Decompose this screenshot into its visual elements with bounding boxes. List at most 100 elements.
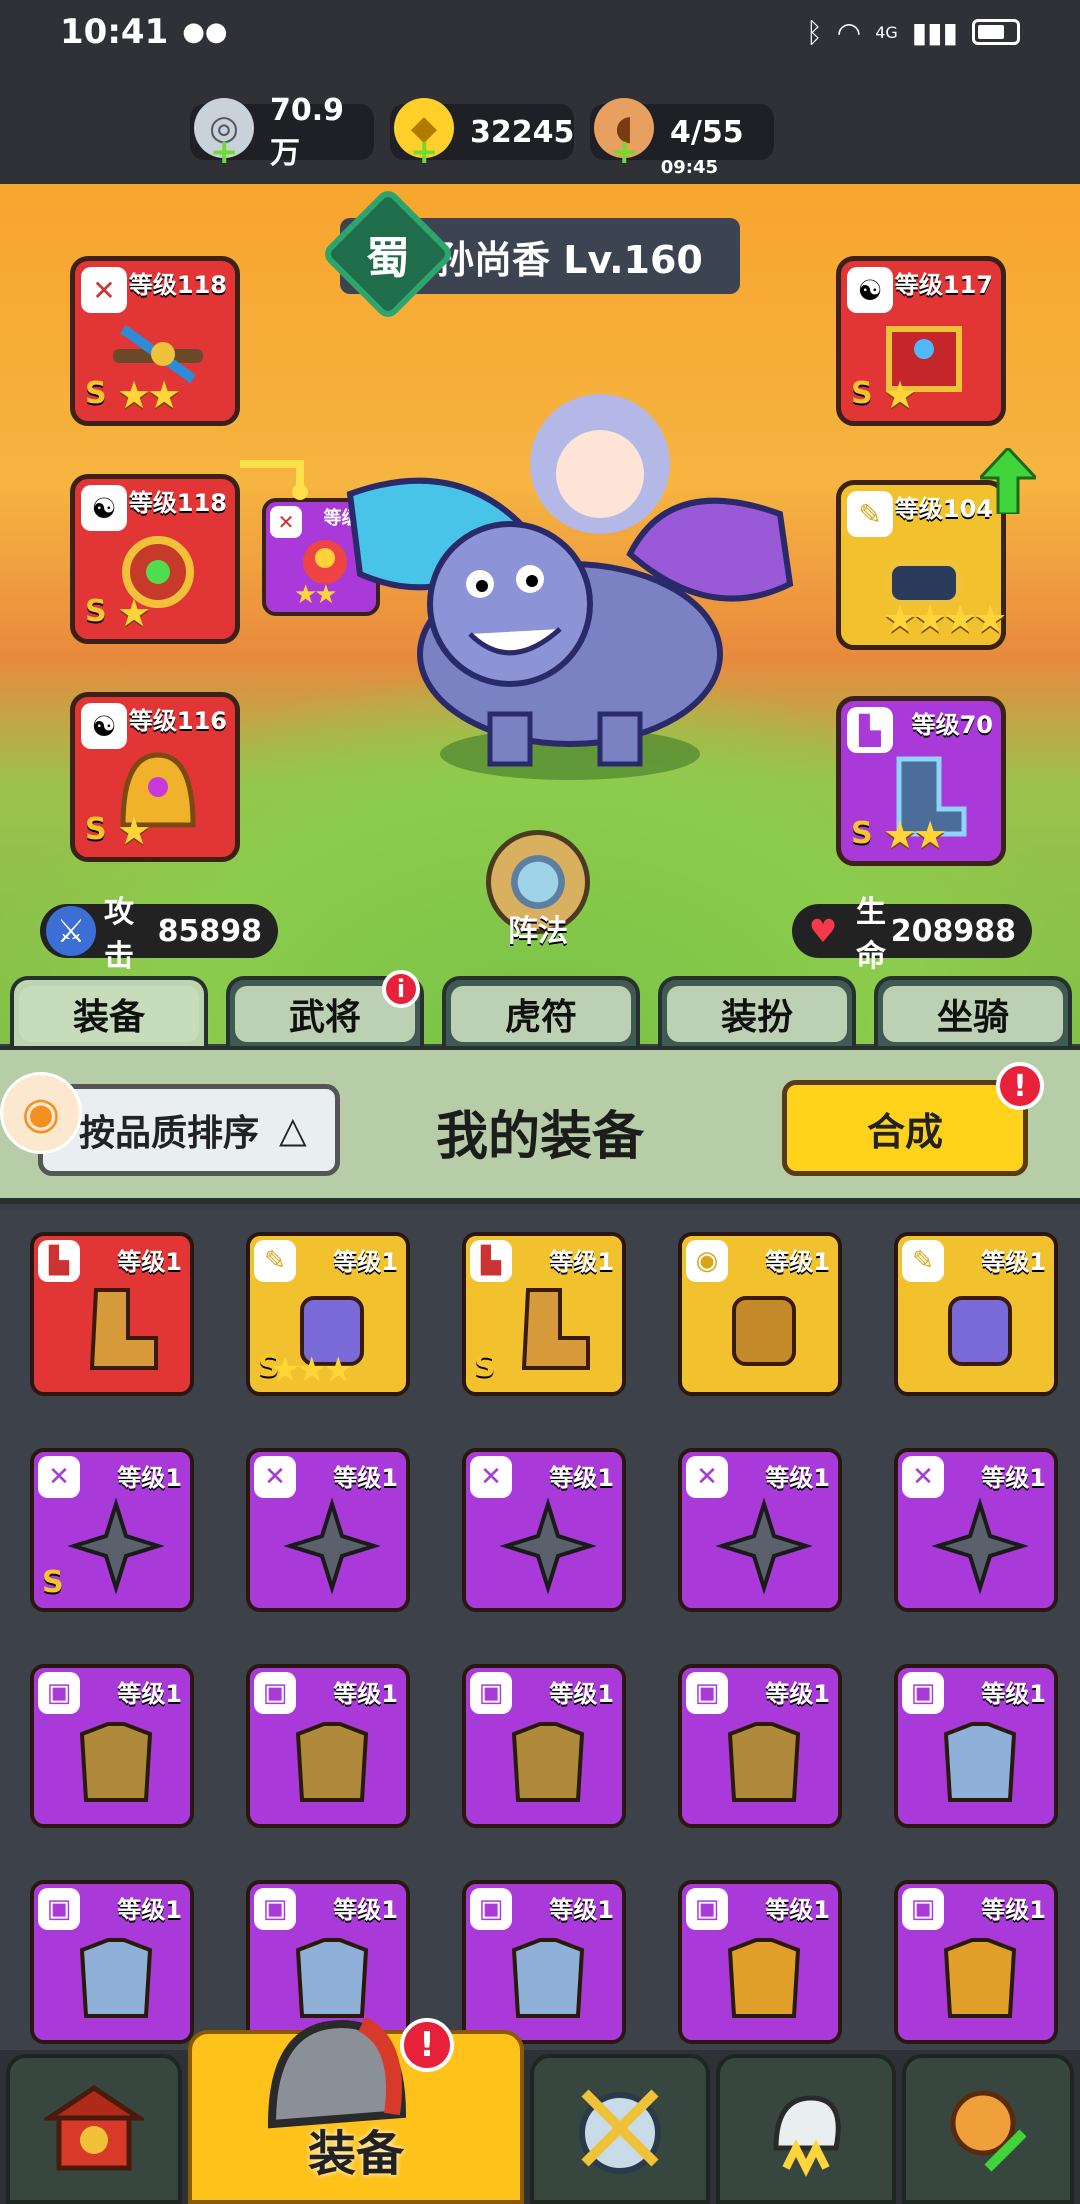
heart-icon: ♥ [808, 912, 838, 950]
sword-item-icon [284, 1498, 380, 1594]
slot-head-armor[interactable]: ☯ 等级116 S ★ [70, 692, 240, 862]
tab-equipment[interactable]: 装备 [10, 976, 208, 1048]
gold-value: 32245 [470, 114, 575, 150]
boot-tag-icon: ▙ [847, 707, 893, 753]
inventory-item[interactable]: ✕ 等级1 [894, 1448, 1058, 1612]
nav-heroes[interactable] [716, 2054, 896, 2204]
armor-tag-icon: ▣ [38, 1672, 80, 1714]
armor-item-icon [727, 1722, 801, 1802]
nav-battle[interactable] [530, 2054, 710, 2204]
nav-upgrade[interactable] [902, 2054, 1074, 2204]
merge-button[interactable]: 合成 [782, 1080, 1028, 1176]
inventory-item[interactable]: ✎ 等级1 [894, 1232, 1058, 1396]
inventory-item[interactable]: ✕ 等级1 [246, 1448, 410, 1612]
item-level: 等级1 [117, 1464, 182, 1492]
slot-helmet[interactable]: ☯ 等级117 S ★ [836, 256, 1006, 426]
boot-item-icon [89, 1288, 158, 1370]
inventory-item[interactable]: ✕ 等级1 S [30, 1448, 194, 1612]
inventory-item[interactable]: ▣ 等级1 [894, 1880, 1058, 2044]
armor-tag-icon: ▣ [902, 1672, 944, 1714]
yinyang-tag-icon: ☯ [847, 267, 893, 313]
info-badge: i [382, 970, 420, 1008]
item-level: 等级1 [333, 1896, 398, 1924]
inventory-item[interactable]: ✕ 等级1 [462, 1448, 626, 1612]
inventory-item[interactable]: ✕ 等级1 [678, 1448, 842, 1612]
item-level: 等级1 [333, 1248, 398, 1276]
inventory-item[interactable]: ▣ 等级1 [678, 1880, 842, 2044]
quality-letter: S [85, 376, 107, 411]
fist-arrow-icon [950, 2090, 1027, 2172]
tab-costume[interactable]: 装扮 [658, 976, 856, 1048]
inventory-item[interactable]: ▣ 等级1 [894, 1664, 1058, 1828]
formation-label: 阵法 [508, 914, 568, 949]
slot-amulet[interactable]: ☯ 等级118 S ★ [70, 474, 240, 644]
sword-item-icon [716, 1498, 812, 1594]
slot-level: 等级70 [911, 711, 993, 739]
tab-mount[interactable]: 坐骑 [874, 976, 1072, 1048]
network-type: 4G [875, 22, 898, 42]
item-level: 等级1 [981, 1248, 1046, 1276]
hero-panel: 孙尚香 Lv.160 蜀 ✕ 等级118 S ★★ ✕ 等级1 ★★ ☯ 等级1… [0, 184, 1080, 1044]
sword-tag-icon: ✕ [38, 1456, 80, 1498]
status-icons: ᛒ ◠ 4G ▮▮▮ [806, 16, 1020, 49]
sword-item-icon [68, 1498, 164, 1594]
sword-icon: ⚔ [46, 906, 96, 956]
silver-resource[interactable]: ◎ 70.9万 + [190, 93, 374, 172]
star-rating: ★ [117, 809, 151, 853]
slot-weapon[interactable]: ✕ 等级118 S ★★ [70, 256, 240, 426]
scroll-tag-icon: ✎ [847, 491, 893, 537]
crossed-swords-shield-icon [579, 2089, 661, 2174]
inventory-grid: ▙ 等级1 ✎ 等级1 S ★★★ ▙ 等级1 S ◉ 等级1 ✎ 等级1 ✕ 等级1 S ✕ 等级1 ✕ 等级1 ✕ 等… [0, 1210, 1080, 2050]
sort-by-quality-button[interactable]: 按品质排序 △ [38, 1084, 340, 1176]
inventory-item[interactable]: ▣ 等级1 [678, 1664, 842, 1828]
add-silver-icon[interactable]: + [210, 132, 239, 172]
faction-label: 蜀 [366, 233, 410, 284]
category-tabs: 装备 武将 i 虎符 装扮 坐骑 [0, 970, 1080, 1048]
nav-equipment[interactable]: 装备 [188, 2016, 524, 2204]
nav-alert-badge: ! [400, 2018, 454, 2072]
inventory-item[interactable]: ▣ 等级1 [30, 1664, 194, 1828]
item-level: 等级1 [765, 1464, 830, 1492]
star-rating: ★★ [883, 813, 947, 857]
inventory-item[interactable]: ◉ 等级1 [678, 1232, 842, 1396]
armor-tag-icon: ▣ [470, 1672, 512, 1714]
inventory-item[interactable]: ▙ 等级1 S [462, 1232, 626, 1396]
item-level: 等级1 [117, 1680, 182, 1708]
quality-letter: S [85, 812, 107, 847]
nav-home[interactable] [6, 2054, 182, 2204]
hero-name-level: 孙尚香 Lv.160 [436, 237, 703, 282]
attack-value: 85898 [157, 913, 262, 949]
slot-boots[interactable]: ▙ 等级70 S ★★ [836, 696, 1006, 866]
inventory-item[interactable]: ▣ 等级1 [462, 1664, 626, 1828]
medal-item-icon [732, 1296, 796, 1366]
inventory-item[interactable]: ✎ 等级1 S ★★★ [246, 1232, 410, 1396]
item-level: 等级1 [549, 1248, 614, 1276]
item-level: 等级1 [765, 1248, 830, 1276]
quality-letter: S [851, 376, 873, 411]
inventory-item[interactable]: ▣ 等级1 [246, 1664, 410, 1828]
armor-item-icon [79, 1938, 153, 2018]
attack-stat: ⚔ 攻击 85898 [40, 895, 278, 974]
inventory-item[interactable]: ▙ 等级1 [30, 1232, 194, 1396]
add-stamina-icon[interactable]: + [610, 132, 639, 172]
inventory-item[interactable]: ▣ 等级1 [30, 1880, 194, 2044]
hero-character-illustration [346, 394, 794, 780]
hp-label: 生命 [856, 895, 886, 974]
item-level: 等级1 [981, 1896, 1046, 1924]
add-gold-icon[interactable]: + [410, 132, 439, 172]
gold-resource[interactable]: ◆ 32245 + [390, 98, 575, 172]
signal-icon: ▮▮▮ [911, 15, 958, 49]
gamepad-icon[interactable]: ◉ [0, 1072, 82, 1154]
inventory-item[interactable]: ▣ 等级1 [462, 1880, 626, 2044]
item-level: 等级1 [117, 1248, 182, 1276]
sort-arrow-icon: △ [279, 1109, 307, 1151]
item-level: 等级1 [549, 1896, 614, 1924]
tab-tiger-tally[interactable]: 虎符 [442, 976, 640, 1048]
silver-value: 70.9万 [270, 92, 345, 171]
quality-letter: S [851, 816, 873, 851]
stamina-resource[interactable]: ◖ 4/55 09:45 + [590, 98, 774, 178]
armor-tag-icon: ▣ [470, 1888, 512, 1930]
armor-item-icon [511, 1938, 585, 2018]
item-level: 等级1 [333, 1464, 398, 1492]
yinyang-tag-icon: ☯ [81, 485, 127, 531]
